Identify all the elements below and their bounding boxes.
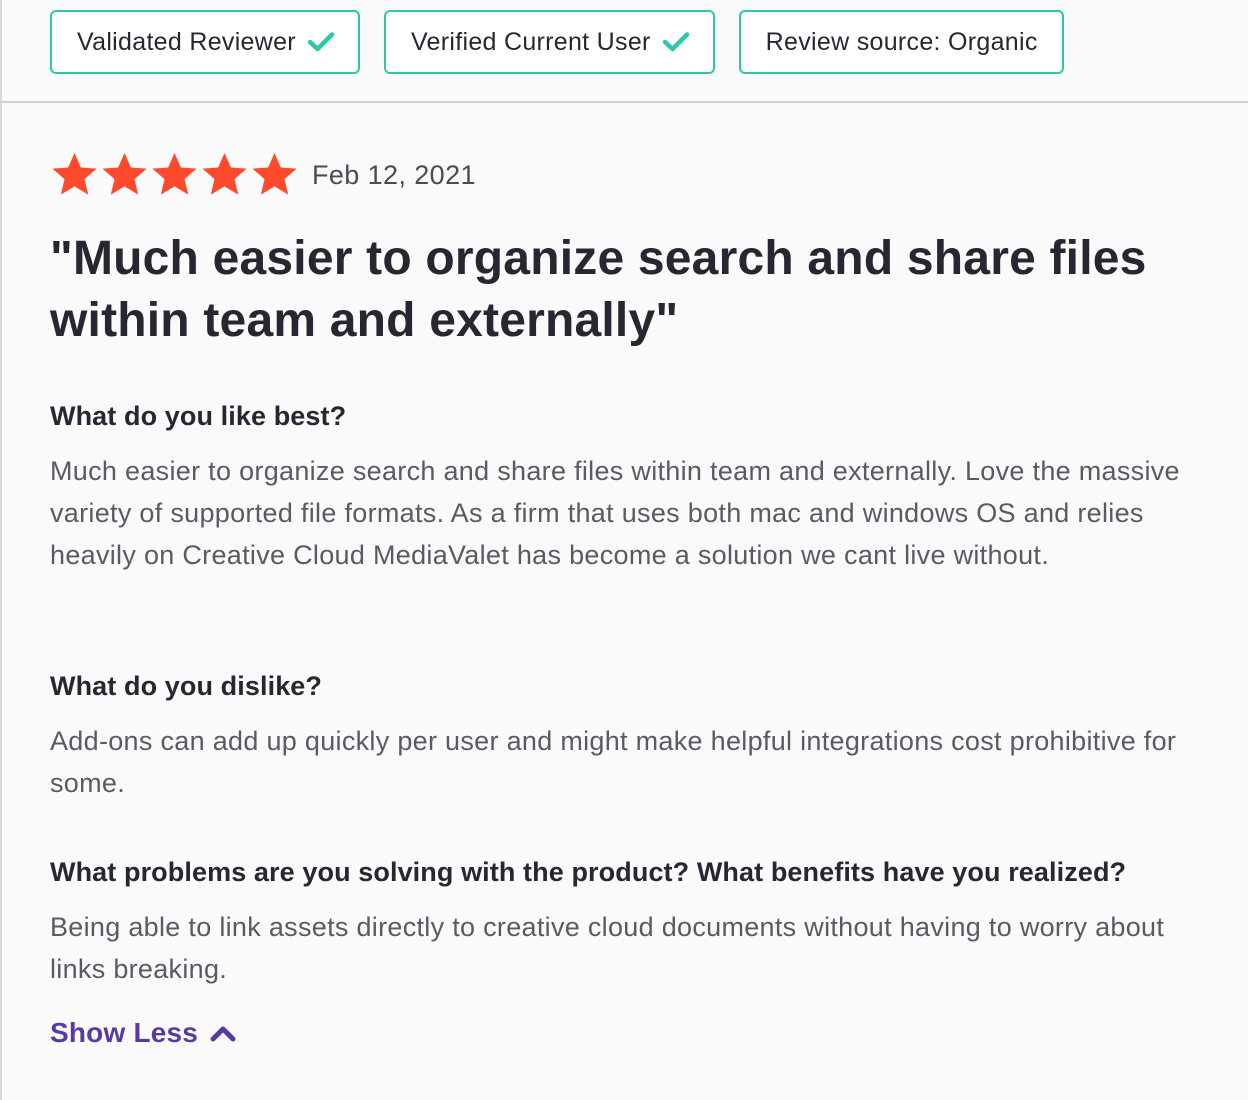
validated-reviewer-badge: Validated Reviewer <box>50 10 360 74</box>
left-divider <box>0 0 2 1100</box>
badge-label: Validated Reviewer <box>77 27 296 56</box>
review-section-dislike: What do you dislike? Add-ons can add up … <box>50 668 1210 804</box>
section-answer: Add-ons can add up quickly per user and … <box>50 726 1177 798</box>
badge-label: Verified Current User <box>410 27 651 56</box>
section-question: What do you dislike? <box>50 671 323 701</box>
star-icon <box>152 152 197 195</box>
reviewer-badges: Validated Reviewer Verified Current User… <box>50 10 1064 74</box>
section-answer: Much easier to organize search and share… <box>50 456 1180 570</box>
star-icon <box>202 152 247 195</box>
chevron-up-icon <box>210 1024 236 1042</box>
rating-row: Feb 12, 2021 <box>50 150 476 200</box>
section-answer: Being able to link assets directly to cr… <box>50 912 1165 984</box>
section-question: What do you like best? <box>50 401 347 431</box>
star-icon <box>102 152 147 195</box>
review-section-problems-solved: What problems are you solving with the p… <box>50 854 1210 990</box>
review-date: Feb 12, 2021 <box>312 159 476 190</box>
star-icon <box>52 152 97 195</box>
show-less-link[interactable]: Show Less <box>50 1017 236 1049</box>
review-source-badge: Review source: Organic <box>738 10 1064 74</box>
star-icon <box>252 152 297 195</box>
star-rating <box>50 150 299 200</box>
review-section-like-best: What do you like best? Much easier to or… <box>50 398 1210 576</box>
section-question: What problems are you solving with the p… <box>50 857 1127 887</box>
header-divider <box>0 101 1248 103</box>
verified-current-user-badge: Verified Current User <box>383 10 715 74</box>
show-less-label: Show Less <box>50 1017 199 1048</box>
check-icon <box>662 32 689 52</box>
review-title: "Much easier to organize search and shar… <box>50 232 1147 347</box>
badge-label: Review source: Organic <box>765 27 1038 56</box>
check-icon <box>307 32 334 52</box>
